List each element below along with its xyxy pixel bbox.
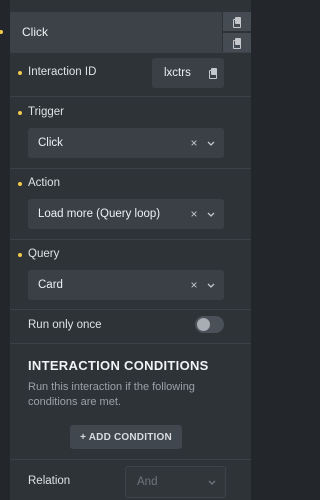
modified-indicator-dot [18, 71, 22, 75]
divider [10, 239, 251, 240]
divider [10, 309, 251, 310]
copy-icon [209, 68, 217, 79]
query-value: Card [38, 279, 63, 291]
query-label: Query [28, 248, 60, 260]
header-edge-buttons [223, 12, 251, 52]
interaction-title: Click [22, 25, 48, 39]
divider [10, 96, 251, 97]
chevron-down-icon[interactable] [202, 280, 224, 290]
interaction-id-field[interactable]: lxctrs [152, 58, 224, 88]
relation-placeholder: And [137, 476, 158, 488]
relation-label: Relation [28, 475, 71, 487]
modified-indicator-dot [0, 30, 3, 34]
divider [10, 343, 251, 344]
duplicate-interaction-button[interactable] [223, 12, 251, 31]
clear-icon[interactable]: × [186, 278, 202, 292]
modified-indicator-dot [18, 253, 22, 257]
add-condition-button[interactable]: + ADD CONDITION [70, 425, 182, 449]
toggle-knob [197, 318, 210, 331]
action-select[interactable]: Load more (Query loop) × [28, 199, 224, 229]
clear-icon[interactable]: × [186, 136, 202, 150]
interaction-id-label: Interaction ID [28, 66, 97, 78]
divider [10, 52, 251, 53]
divider [10, 168, 251, 169]
chevron-down-icon[interactable] [203, 477, 225, 487]
copy-icon [233, 16, 241, 28]
run-once-toggle[interactable] [195, 316, 224, 333]
trigger-value: Click [38, 137, 63, 149]
interaction-id-value: lxctrs [164, 67, 191, 79]
copy-id-button[interactable] [202, 68, 224, 79]
interaction-header[interactable]: Click [10, 12, 222, 52]
conditions-heading: INTERACTION CONDITIONS [28, 358, 209, 373]
chevron-down-icon[interactable] [202, 209, 224, 219]
remove-interaction-button[interactable] [223, 33, 251, 52]
action-label: Action [28, 177, 60, 189]
query-select[interactable]: Card × [28, 270, 224, 300]
action-value: Load more (Query loop) [38, 208, 161, 220]
divider [10, 459, 251, 460]
trigger-label: Trigger [28, 106, 64, 118]
interaction-panel: Click Interaction ID lxctrs Trigger Clic… [10, 0, 251, 500]
modified-indicator-dot [18, 182, 22, 186]
run-once-label: Run only once [28, 319, 102, 331]
trigger-select[interactable]: Click × [28, 128, 224, 158]
conditions-description: Run this interaction if the following co… [28, 381, 195, 408]
relation-select[interactable]: And [125, 466, 226, 498]
chevron-down-icon[interactable] [202, 138, 224, 148]
clear-icon[interactable]: × [186, 207, 202, 221]
copy-icon [233, 37, 241, 49]
modified-indicator-dot [18, 111, 22, 115]
